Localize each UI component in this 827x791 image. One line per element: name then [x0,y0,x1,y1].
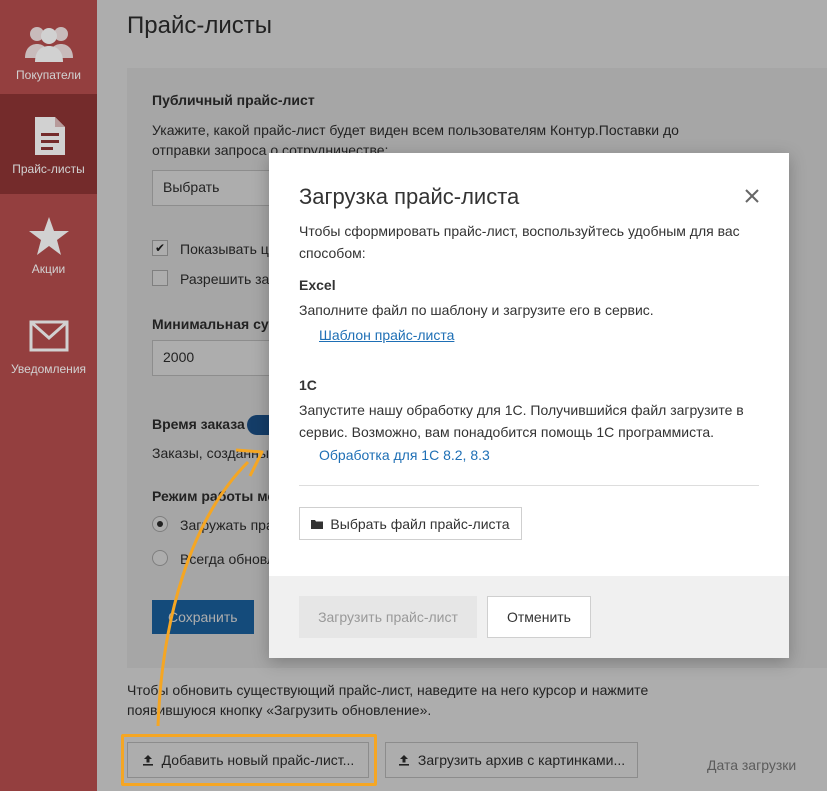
folder-icon [311,519,324,529]
modal-intro: Чтобы сформировать прайс-лист, воспользу… [299,223,740,261]
upload-button[interactable]: Загрузить прайс-лист [299,596,477,638]
upload-pricelist-modal: Загрузка прайс-листа Чтобы сформировать … [269,153,789,658]
excel-heading: Excel [299,277,336,293]
sidebar: Покупатели Прайс-листы Акции Уведомления [0,0,97,791]
select-file-button[interactable]: Выбрать файл прайс-листа [299,507,522,540]
onec-description: Запустите нашу обработку для 1С. Получив… [299,402,744,440]
modal-footer: Загрузить прайс-лист Отменить [269,576,789,658]
close-icon[interactable] [743,187,761,205]
onec-heading: 1С [299,377,317,393]
excel-description: Заполните файл по шаблону и загрузите ег… [299,302,654,318]
template-link[interactable]: Шаблон прайс-листа [319,327,454,343]
select-file-label: Выбрать файл прайс-листа [330,515,510,532]
cancel-button[interactable]: Отменить [487,596,591,638]
modal-title: Загрузка прайс-листа [299,184,520,209]
divider [299,485,759,486]
onec-processing-link[interactable]: Обработка для 1С 8.2, 8.3 [319,447,490,463]
modal-overlay [0,0,97,791]
highlight-box [121,734,377,786]
